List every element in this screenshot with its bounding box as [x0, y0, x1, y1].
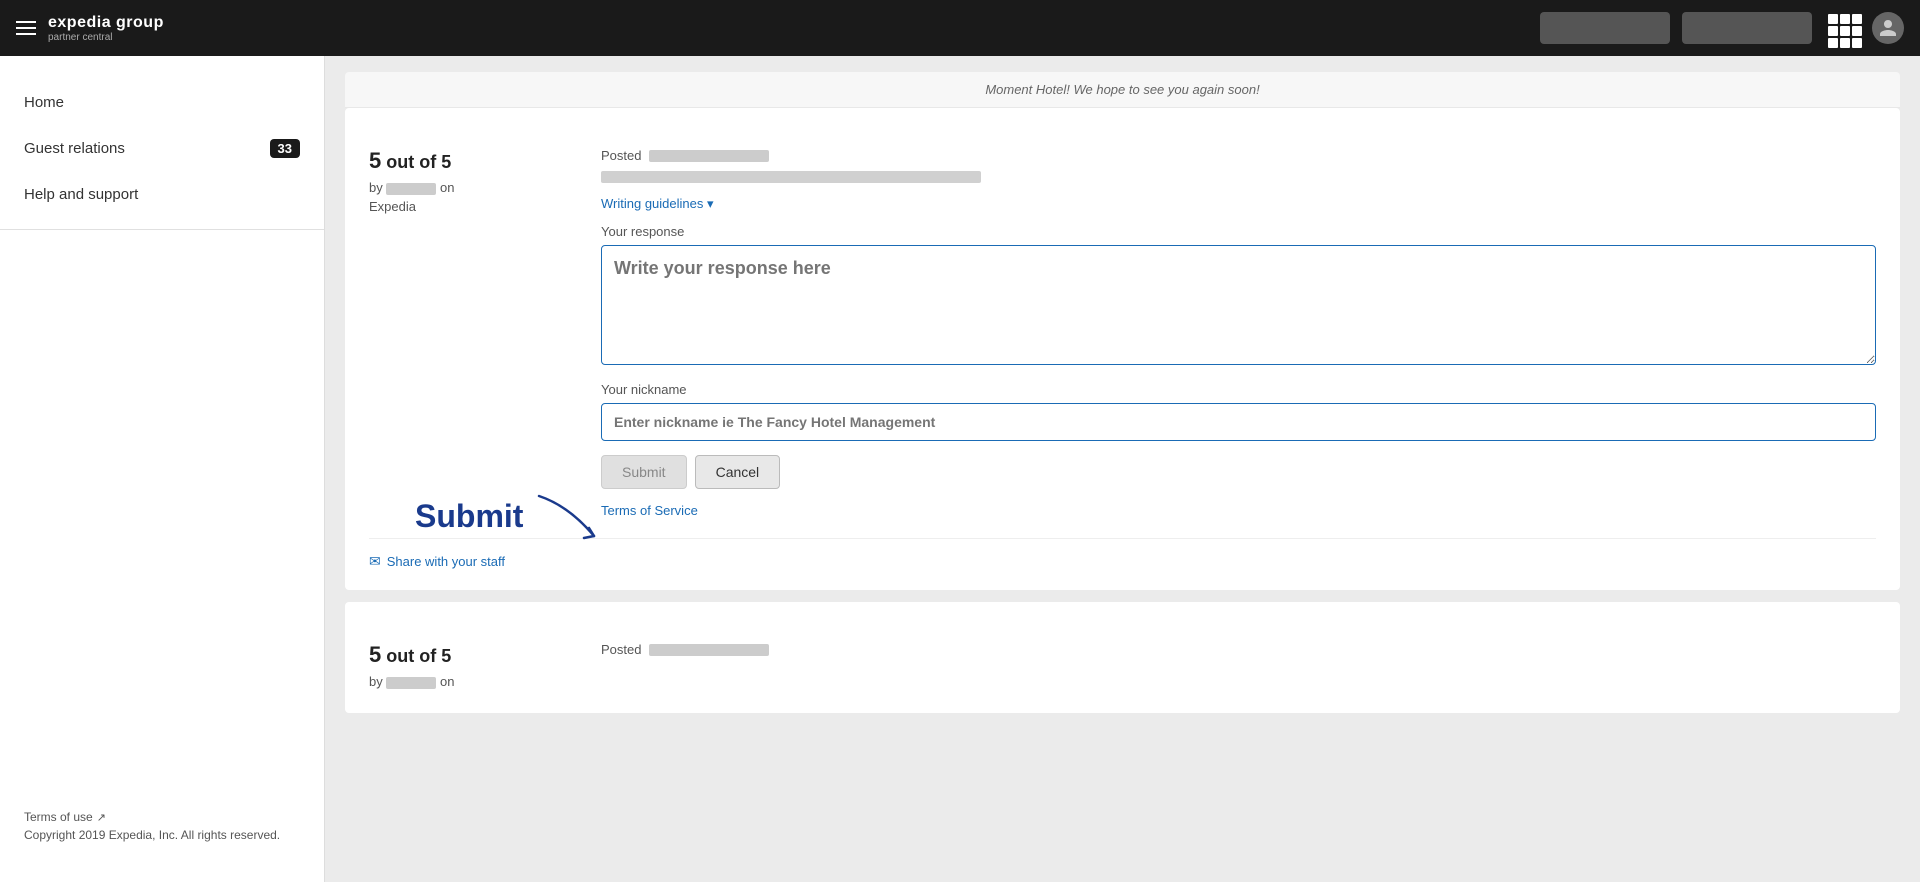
- rating2-text: 5 out of 5: [369, 642, 569, 668]
- reviewer2-info: by on: [369, 674, 569, 689]
- sidebar-item-guest-relations[interactable]: Guest relations 33: [0, 125, 324, 172]
- sidebar-footer: Terms of use ↗ Copyright 2019 Expedia, I…: [0, 794, 324, 858]
- header-btn-2[interactable]: [1682, 12, 1812, 44]
- app-header: expedia group partner central: [0, 0, 1920, 56]
- terms-link[interactable]: Terms of use ↗: [24, 810, 300, 824]
- posted-value-redacted: [649, 150, 769, 162]
- on2-label: on: [440, 674, 454, 689]
- posted2-row: Posted: [601, 642, 1876, 657]
- review-text-redacted: [601, 171, 981, 183]
- posted2-value-redacted: [649, 644, 769, 656]
- rating-out-of: out of 5: [386, 152, 451, 172]
- top-message-text: Moment Hotel! We hope to see you again s…: [985, 82, 1259, 97]
- header-left: expedia group partner central: [16, 14, 164, 43]
- reviewer2-name-redacted: [386, 677, 436, 689]
- rating2-out-of: out of 5: [386, 646, 451, 666]
- review-card-2: 5 out of 5 by on Posted: [345, 602, 1900, 713]
- share-with-staff[interactable]: ✉ Share with your staff: [369, 538, 1876, 570]
- response-textarea[interactable]: [601, 245, 1876, 365]
- nickname-label: Your nickname: [601, 382, 1876, 397]
- logo-sub-text: partner central: [48, 32, 164, 43]
- review2-right: Posted: [601, 642, 1876, 693]
- sidebar-home-label: Home: [24, 94, 64, 111]
- rating2-score: 5: [369, 642, 381, 667]
- submit-button[interactable]: Submit: [601, 455, 687, 489]
- review-right: Posted Writing guidelines ▾ Your respons…: [601, 148, 1876, 526]
- header-btn-1[interactable]: [1540, 12, 1670, 44]
- on-label: on: [440, 180, 454, 195]
- logo-main-text: expedia group: [48, 14, 164, 32]
- nickname-input[interactable]: [601, 403, 1876, 441]
- sidebar-help-label: Help and support: [24, 186, 138, 203]
- posted2-label: Posted: [601, 642, 641, 657]
- rating-score: 5: [369, 148, 381, 173]
- page-layout: Home Guest relations 33 Help and support…: [0, 56, 1920, 882]
- action-buttons: Submit Cancel: [601, 455, 1876, 489]
- review-row-2: 5 out of 5 by on Posted: [369, 622, 1876, 693]
- your-response-label: Your response: [601, 224, 1876, 239]
- user-avatar[interactable]: [1872, 12, 1904, 44]
- guest-relations-badge: 33: [270, 139, 300, 158]
- top-message-bar: Moment Hotel! We hope to see you again s…: [345, 72, 1900, 108]
- header-right: [1540, 10, 1904, 46]
- posted-label: Posted: [601, 148, 641, 163]
- logo: expedia group partner central: [48, 14, 164, 43]
- review-row-1: 5 out of 5 by on Expedia: [369, 128, 1876, 526]
- main-wrapper: Moment Hotel! We hope to see you again s…: [325, 56, 1920, 729]
- posted-row: Posted: [601, 148, 1876, 163]
- review-card-1: 5 out of 5 by on Expedia: [345, 108, 1900, 590]
- external-link-icon: ↗: [97, 811, 106, 824]
- review-left: 5 out of 5 by on Expedia: [369, 148, 569, 526]
- reviewer-info: by on: [369, 180, 569, 195]
- rating-text: 5 out of 5: [369, 148, 569, 174]
- review2-left: 5 out of 5 by on: [369, 642, 569, 693]
- email-icon: ✉: [369, 553, 381, 570]
- sidebar-item-help[interactable]: Help and support: [0, 172, 324, 217]
- sidebar-item-home[interactable]: Home: [0, 80, 324, 125]
- by2-label: by: [369, 674, 386, 689]
- content-area: Moment Hotel! We hope to see you again s…: [325, 56, 1920, 729]
- cancel-button[interactable]: Cancel: [695, 455, 781, 489]
- reviewer-name-redacted: [386, 183, 436, 195]
- sidebar-guest-label: Guest relations: [24, 140, 125, 157]
- by-label: by: [369, 180, 383, 195]
- hamburger-menu[interactable]: [16, 21, 36, 35]
- sidebar-divider: [0, 229, 324, 230]
- sidebar: Home Guest relations 33 Help and support…: [0, 56, 325, 882]
- sidebar-nav: Home Guest relations 33 Help and support: [0, 80, 324, 794]
- copyright-text: Copyright 2019 Expedia, Inc. All rights …: [24, 828, 300, 842]
- main-content: Moment Hotel! We hope to see you again s…: [325, 56, 1920, 882]
- share-label: Share with your staff: [387, 554, 505, 569]
- terms-of-service-link[interactable]: Terms of Service: [601, 503, 1876, 518]
- grid-icon[interactable]: [1824, 10, 1860, 46]
- writing-guidelines-link[interactable]: Writing guidelines ▾: [601, 196, 714, 212]
- terms-label: Terms of use: [24, 810, 93, 824]
- review-source: Expedia: [369, 199, 569, 214]
